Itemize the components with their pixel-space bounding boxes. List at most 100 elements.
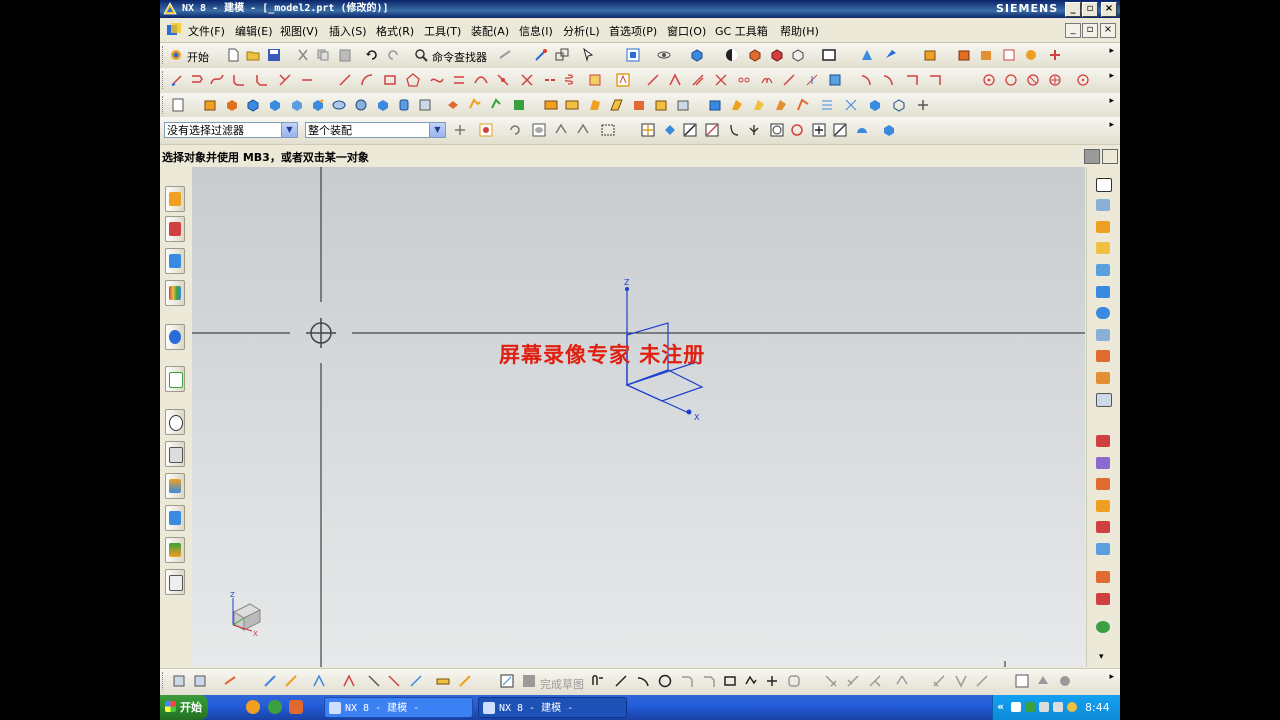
sketch-arc-icon[interactable] bbox=[636, 674, 650, 688]
blank-sheet-icon[interactable] bbox=[171, 98, 185, 112]
sweep-icon[interactable] bbox=[796, 98, 810, 112]
block-icon[interactable] bbox=[246, 98, 260, 112]
snap-existing-point-icon[interactable] bbox=[790, 123, 804, 137]
line-icon[interactable] bbox=[338, 73, 352, 87]
repeat-command-icon[interactable] bbox=[498, 48, 512, 62]
start-button[interactable]: 开始 bbox=[160, 695, 208, 720]
synchronous-modeling-icon[interactable] bbox=[916, 98, 930, 112]
intersect-curve-icon[interactable] bbox=[520, 73, 534, 87]
system-materials-tab[interactable] bbox=[165, 537, 185, 563]
thicken-icon[interactable] bbox=[730, 98, 744, 112]
select-face-icon[interactable] bbox=[576, 123, 590, 137]
perpendicular-dim-icon[interactable] bbox=[905, 73, 919, 87]
point-icon[interactable] bbox=[982, 73, 996, 87]
geometric-constraint-icon[interactable] bbox=[805, 73, 819, 87]
sketch-mirror-icon[interactable] bbox=[895, 674, 909, 688]
status-icon-a[interactable] bbox=[1084, 149, 1100, 164]
nx-menu-icon[interactable] bbox=[166, 22, 182, 38]
circle-point-icon[interactable] bbox=[1076, 73, 1090, 87]
quick-trim-icon[interactable] bbox=[668, 73, 682, 87]
toolbar-overflow-icon[interactable]: ▸ bbox=[1109, 120, 1114, 130]
reuse-library-tab[interactable] bbox=[165, 280, 185, 306]
scope-filter-dropdown[interactable]: 整个装配 ▼ bbox=[305, 122, 446, 138]
web-browser-tab[interactable] bbox=[165, 324, 185, 350]
sketch-point-icon[interactable] bbox=[765, 674, 779, 688]
taskbar-nx-window-2[interactable]: NX 8 - 建模 - [_mod... bbox=[478, 697, 627, 718]
menu-format[interactable]: 格式(R) bbox=[376, 23, 414, 39]
check-clearance-icon[interactable] bbox=[367, 674, 381, 688]
offset-face-icon[interactable] bbox=[708, 98, 722, 112]
offset-curve-icon[interactable] bbox=[452, 73, 466, 87]
snap-endpoint-icon[interactable] bbox=[641, 123, 655, 137]
unite-icon[interactable] bbox=[446, 98, 460, 112]
toolbar-overflow-icon[interactable]: ▸ bbox=[1109, 672, 1114, 682]
copy-face-icon[interactable] bbox=[1096, 571, 1110, 583]
datum-point-icon[interactable] bbox=[1026, 73, 1040, 87]
mirror-feature-icon[interactable] bbox=[632, 98, 646, 112]
arc-icon[interactable] bbox=[360, 73, 374, 87]
chamfer-curve-icon[interactable] bbox=[255, 73, 269, 87]
menu-file[interactable]: 文件(F) bbox=[188, 23, 225, 39]
reset-filter-icon[interactable] bbox=[508, 123, 522, 137]
offset-region-icon[interactable] bbox=[1096, 457, 1110, 469]
resize-face-icon[interactable] bbox=[1096, 372, 1110, 384]
quick-launch-media-icon[interactable] bbox=[268, 700, 282, 714]
type-filter-dropdown[interactable]: 没有选择过滤器 ▼ bbox=[164, 122, 298, 138]
doc-minimize-button[interactable]: _ bbox=[1065, 23, 1081, 38]
camera-icon[interactable] bbox=[884, 48, 898, 62]
shaded-view-icon[interactable] bbox=[690, 48, 704, 62]
cylinder-icon[interactable] bbox=[268, 98, 282, 112]
subtract-icon[interactable] bbox=[468, 98, 482, 112]
journal-tab[interactable] bbox=[165, 569, 185, 595]
snap-point-on-curve-icon[interactable] bbox=[812, 123, 826, 137]
extract-geometry-icon[interactable] bbox=[1096, 199, 1110, 211]
snap-tangent-icon[interactable] bbox=[747, 123, 761, 137]
tray-expand-icon[interactable]: « bbox=[997, 700, 1004, 713]
sketch-relations-icon[interactable] bbox=[1015, 674, 1029, 688]
chevron-down-icon[interactable]: ▼ bbox=[429, 123, 445, 137]
sketch-alternate-icon[interactable] bbox=[1036, 674, 1050, 688]
redo-icon[interactable] bbox=[386, 48, 400, 62]
cone-icon[interactable] bbox=[290, 98, 304, 112]
toolbar-overflow-icon[interactable]: ▸ bbox=[1109, 71, 1114, 81]
datum-axis-icon[interactable] bbox=[263, 674, 277, 688]
project-curve-icon[interactable] bbox=[496, 73, 510, 87]
select-feature-icon[interactable] bbox=[554, 123, 568, 137]
pocket-icon[interactable] bbox=[376, 98, 390, 112]
new-file-icon[interactable] bbox=[226, 48, 240, 62]
composite-curve-icon[interactable] bbox=[1096, 264, 1110, 276]
delete-face-icon[interactable] bbox=[1096, 350, 1110, 362]
variable-offset-icon[interactable] bbox=[1096, 307, 1110, 319]
combined-curve-icon[interactable] bbox=[543, 73, 557, 87]
helix-icon[interactable] bbox=[565, 73, 579, 87]
trim-body-icon[interactable] bbox=[654, 98, 668, 112]
radius-dim-icon[interactable] bbox=[928, 73, 942, 87]
extrude-icon[interactable] bbox=[203, 98, 217, 112]
pattern-curve-icon[interactable] bbox=[737, 73, 751, 87]
sketch-convert-icon[interactable] bbox=[1058, 674, 1072, 688]
assembly-constraint-icon[interactable] bbox=[312, 674, 326, 688]
linked-face-icon[interactable] bbox=[1096, 521, 1110, 533]
sketch-constraint-icon[interactable] bbox=[932, 674, 946, 688]
sketch-display-icon[interactable] bbox=[954, 674, 968, 688]
wireframe-icon[interactable] bbox=[791, 48, 805, 62]
volume-icon[interactable] bbox=[1053, 702, 1063, 712]
move-component-icon[interactable] bbox=[342, 674, 356, 688]
display-icon[interactable] bbox=[1039, 702, 1049, 712]
sew-icon[interactable] bbox=[752, 98, 766, 112]
roles-tab[interactable] bbox=[165, 473, 185, 499]
polygon-icon[interactable] bbox=[406, 73, 420, 87]
hole-icon[interactable] bbox=[332, 98, 346, 112]
wave-linker-icon[interactable] bbox=[1096, 221, 1110, 233]
auto-constraint-icon[interactable] bbox=[828, 73, 842, 87]
profile-icon[interactable] bbox=[190, 73, 204, 87]
toolbar-grip[interactable] bbox=[162, 96, 166, 114]
edge-style-icon[interactable] bbox=[748, 48, 762, 62]
open-folder-icon[interactable] bbox=[246, 48, 260, 62]
sketch-line-icon[interactable] bbox=[614, 674, 628, 688]
face-analysis-icon[interactable] bbox=[770, 48, 784, 62]
chevron-down-icon[interactable]: ▼ bbox=[281, 123, 297, 137]
extend-icon[interactable] bbox=[300, 73, 314, 87]
replace-face-icon[interactable] bbox=[1096, 329, 1110, 341]
general-selection-icon[interactable] bbox=[453, 123, 467, 137]
